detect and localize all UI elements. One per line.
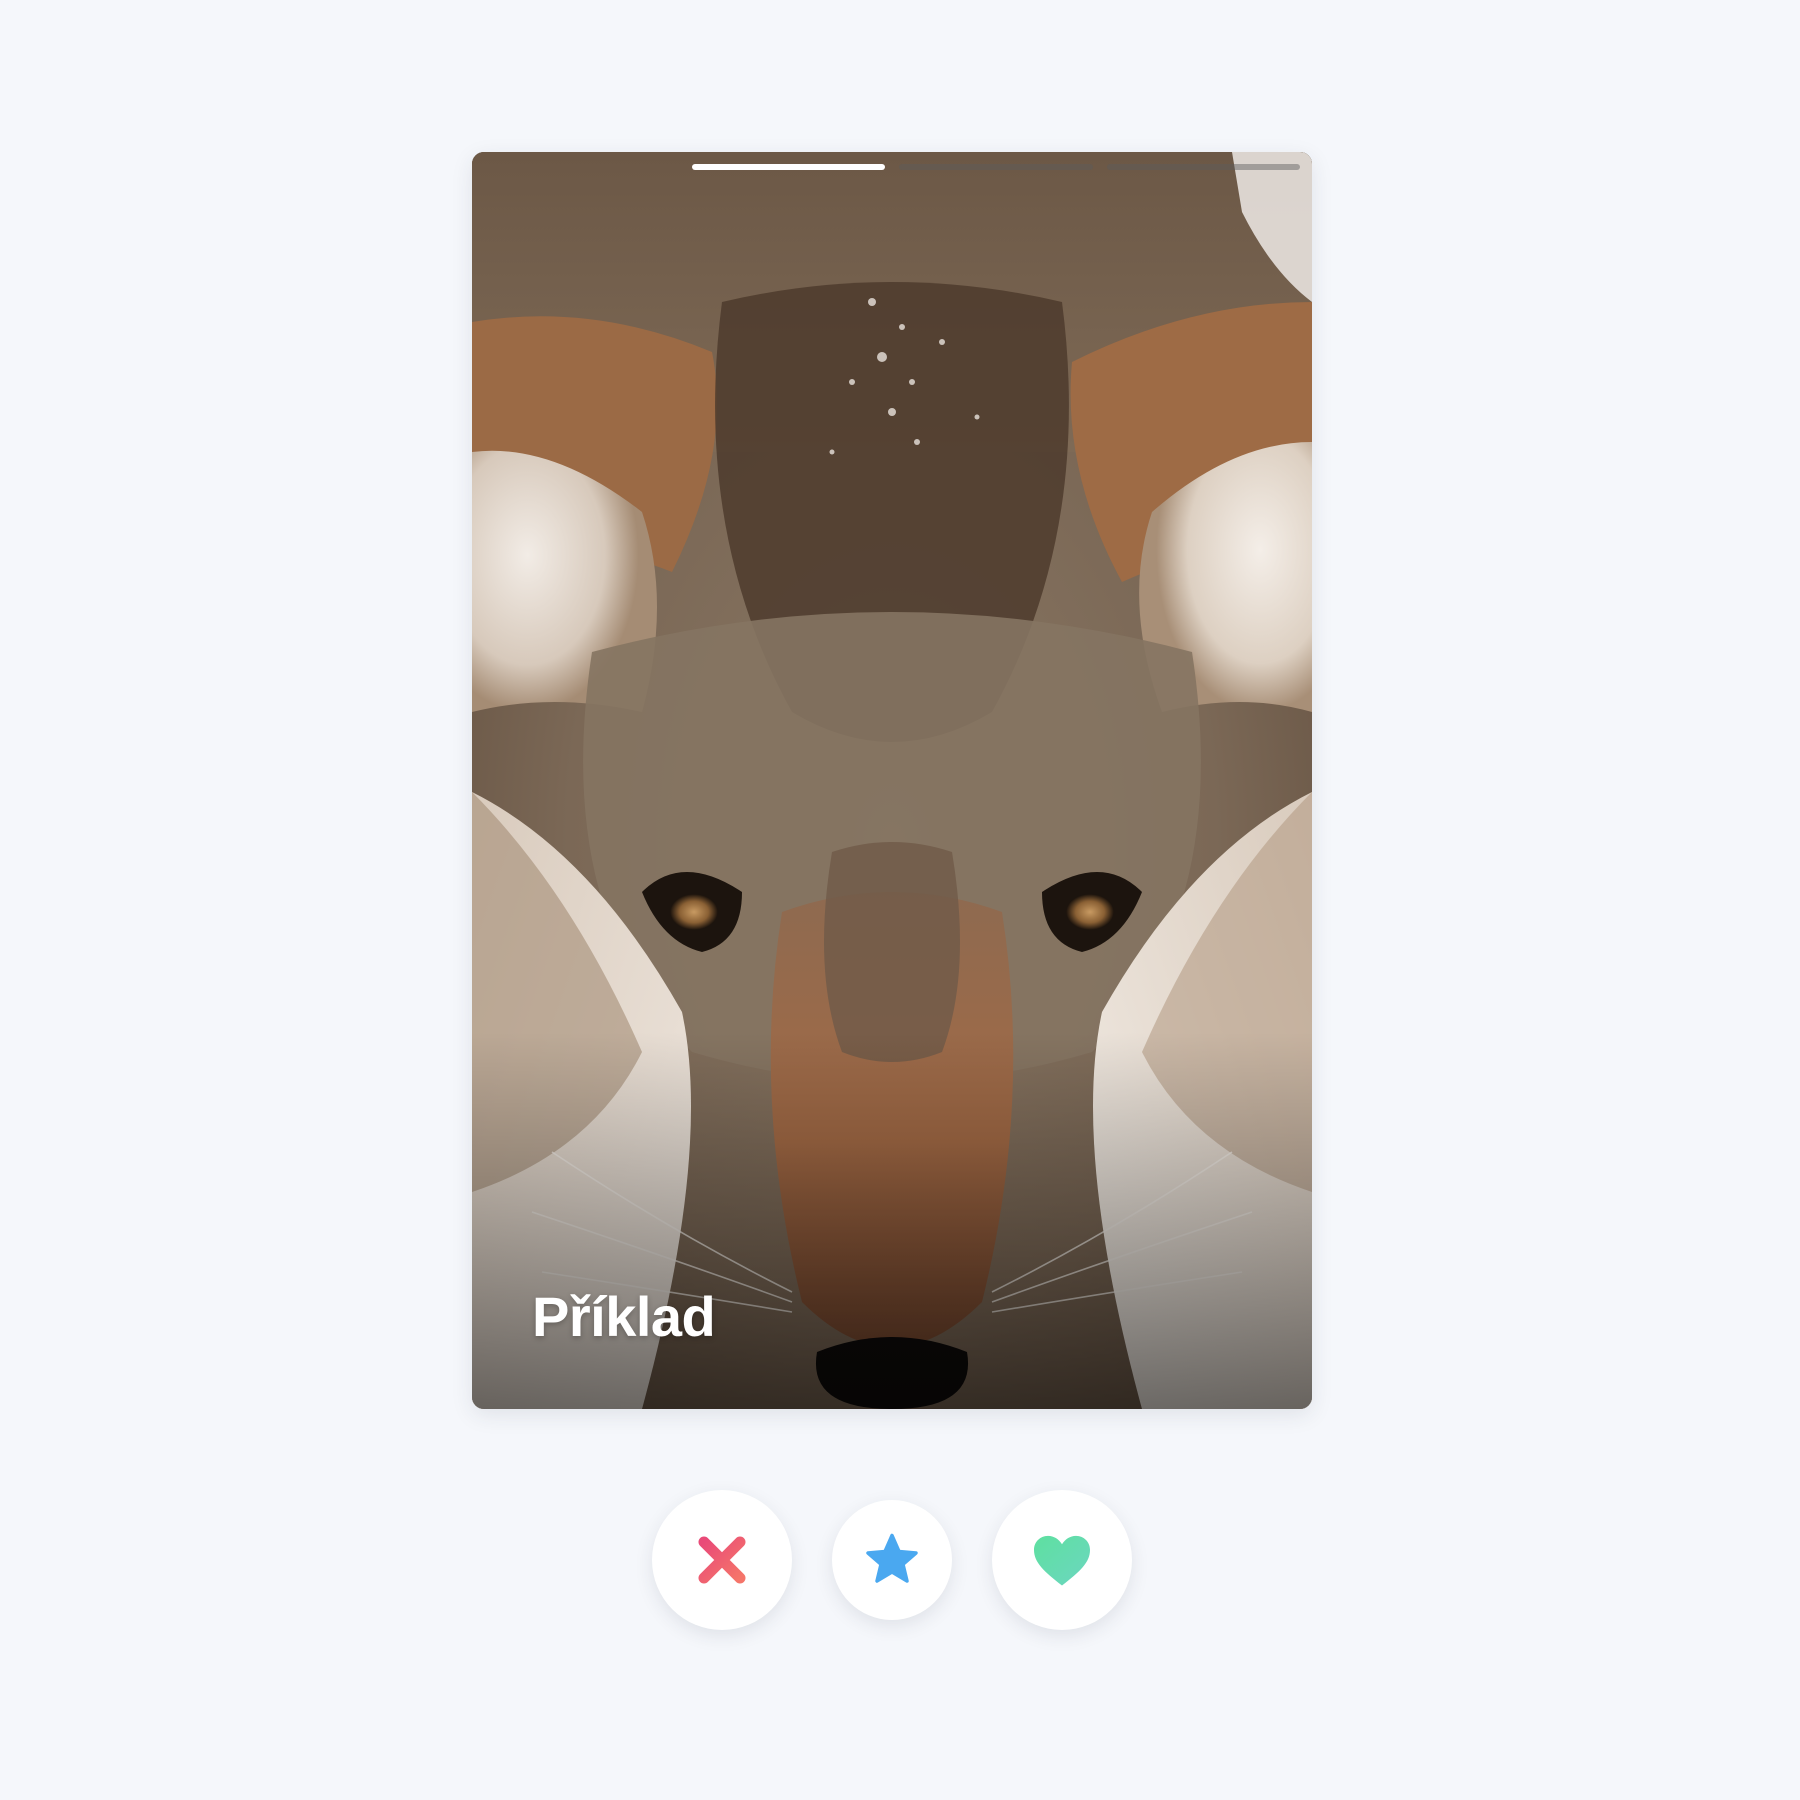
profile-name: Příklad: [532, 1285, 716, 1348]
like-button[interactable]: [992, 1490, 1132, 1630]
profile-photo: [472, 152, 1312, 1409]
super-like-button[interactable]: [832, 1500, 952, 1620]
star-icon: [866, 1533, 918, 1583]
progress-segment[interactable]: [899, 164, 1093, 170]
profile-card[interactable]: Příklad: [472, 152, 1312, 1409]
heart-icon: [1034, 1535, 1090, 1586]
nope-button[interactable]: [652, 1490, 792, 1630]
action-bar: [0, 1490, 1800, 1630]
app-stage: Příklad: [0, 0, 1800, 1800]
progress-segment[interactable]: [1106, 164, 1300, 170]
close-icon: [698, 1536, 746, 1584]
progress-segment-active[interactable]: [692, 164, 886, 170]
photo-progress-bar: [692, 164, 1300, 171]
